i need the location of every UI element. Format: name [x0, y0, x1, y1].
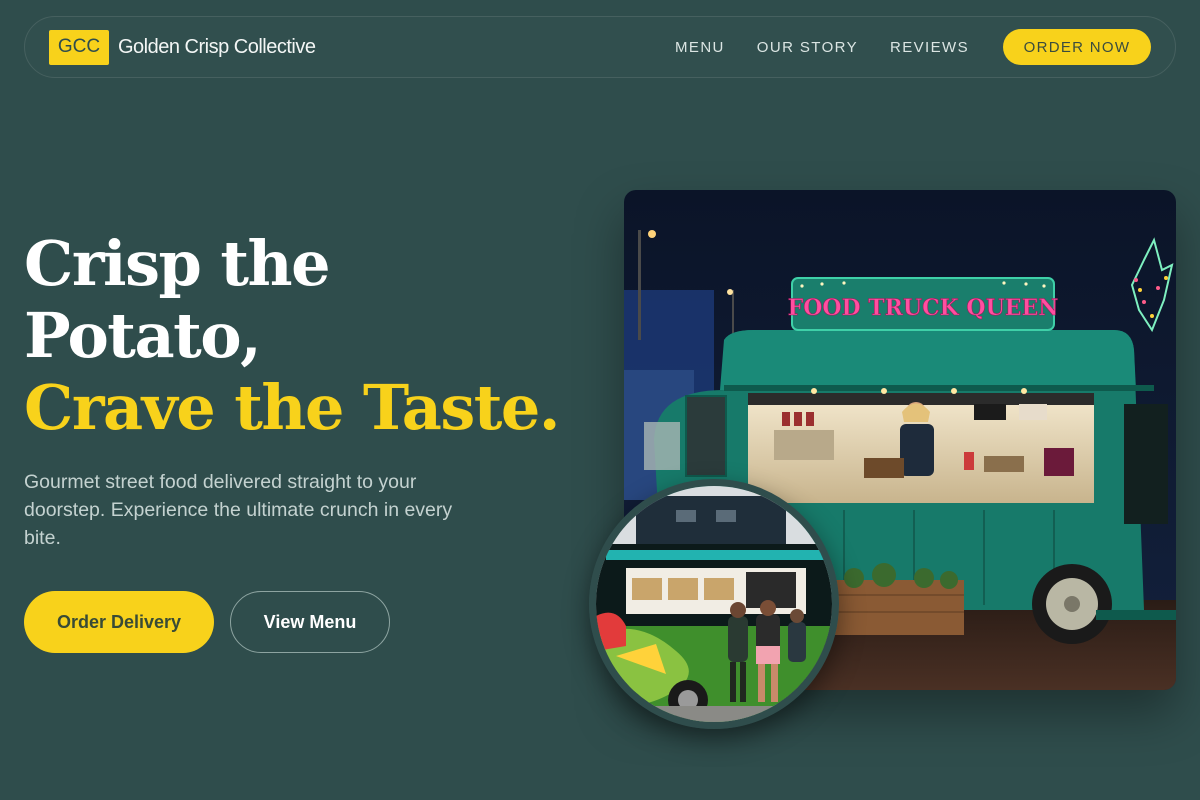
hero-subtitle: Gourmet street food delivered straight t…	[24, 471, 453, 549]
nav-link-menu[interactable]: MENU	[675, 39, 725, 56]
top-nav: GCC Golden Crisp Collective MENU OUR STO…	[24, 16, 1176, 78]
order-delivery-button[interactable]: Order Delivery	[24, 591, 214, 653]
hero-title-line-1: Crisp the	[24, 227, 331, 300]
order-now-button[interactable]: ORDER NOW	[1003, 29, 1151, 65]
brand[interactable]: GCC Golden Crisp Collective	[49, 29, 316, 65]
food-truck-side-illustration	[596, 486, 832, 722]
hero-title-line-2: Potato,	[24, 299, 262, 372]
hero-title: Crisp the Potato, Crave the Taste.	[24, 228, 624, 444]
food-truck-side-photo	[589, 479, 839, 729]
brand-logo-badge: GCC	[49, 29, 109, 65]
nav-link-our-story[interactable]: OUR STORY	[757, 39, 858, 56]
nav-links: MENU OUR STORY REVIEWS ORDER NOW	[675, 29, 1151, 65]
nav-link-reviews[interactable]: REVIEWS	[890, 39, 969, 56]
brand-name: Golden Crisp Collective	[118, 35, 316, 58]
view-menu-button[interactable]: View Menu	[230, 591, 390, 653]
truck-sign-text: FOOD TRUCK QUEEN	[788, 295, 1059, 321]
hero-title-accent: Crave the Taste.	[24, 371, 560, 444]
